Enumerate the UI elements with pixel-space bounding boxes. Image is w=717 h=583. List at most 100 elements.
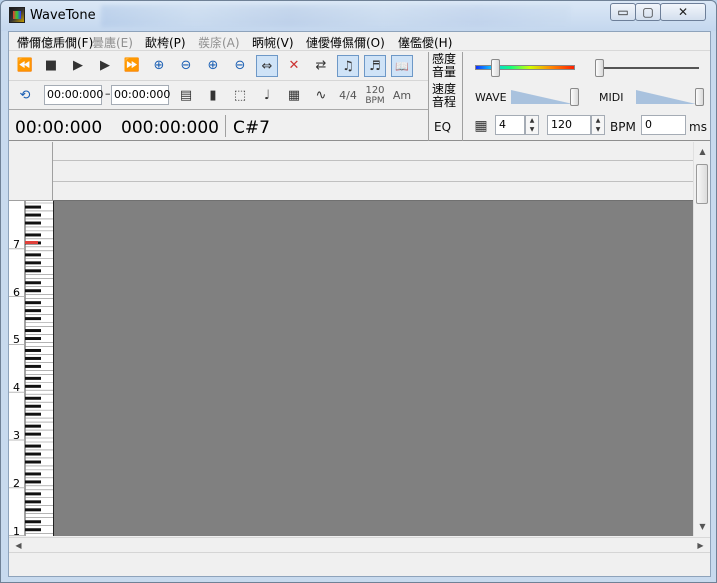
black-key[interactable] (25, 289, 41, 293)
beats-spinner[interactable]: ▲ ▼ (525, 115, 539, 135)
volume-slider-track[interactable] (599, 67, 699, 69)
client-area: 僀儞億乕僩(F) 曇廤(E) 歃桍(P) 彂庩(A) 昞帵(V) 僆僾僔儑儞(O… (8, 31, 711, 577)
zoom-out-vertical-icon[interactable]: ⊖ (229, 55, 251, 77)
timeline-ruler[interactable] (53, 142, 693, 201)
bpm-spinner[interactable]: ▲ ▼ (591, 115, 605, 135)
key-signature[interactable]: Am (391, 85, 413, 107)
ruler-lane-divider (53, 181, 693, 182)
black-key[interactable] (25, 233, 41, 237)
rewind-icon[interactable]: ⏪ (14, 55, 36, 77)
black-key[interactable] (25, 261, 41, 265)
black-key[interactable] (25, 309, 41, 313)
octave-label-5: 5 (13, 333, 20, 346)
black-key[interactable] (25, 528, 41, 532)
vertical-scroll-thumb[interactable] (696, 164, 708, 204)
black-key[interactable] (25, 376, 41, 380)
menu-help[interactable]: 僿儖僾(H) (398, 34, 452, 51)
title-bar[interactable]: WaveTone ▭ ▢ ✕ (1, 1, 716, 31)
loop-end-field[interactable]: 00:00:000 (111, 85, 170, 105)
scroll-down-icon[interactable]: ▼ (695, 519, 710, 534)
black-key[interactable] (25, 460, 41, 464)
zoom-out-horizontal-icon[interactable]: ⊖ (175, 55, 197, 77)
black-key[interactable] (25, 221, 41, 225)
black-key[interactable] (25, 364, 41, 368)
step-play-icon[interactable]: ▶︎ (67, 55, 89, 77)
wave-left-icon[interactable]: ♫ (337, 55, 359, 77)
scroll-left-icon[interactable]: ◀ (11, 538, 26, 553)
sensitivity-slider-thumb[interactable] (491, 59, 500, 77)
loop-start-field[interactable]: 00:00:000 (44, 85, 103, 105)
black-key[interactable] (25, 452, 41, 456)
tempo-icon[interactable]: 120 BPM (364, 85, 386, 107)
zoom-in-horizontal-icon[interactable]: ⊕ (148, 55, 170, 77)
scroll-right-icon[interactable]: ▶ (693, 538, 708, 553)
menu-options[interactable]: 僆僾僔儑儞(O) (306, 34, 385, 51)
black-key[interactable] (25, 253, 41, 257)
black-key[interactable] (25, 396, 41, 400)
select-icon[interactable]: ⬚ (229, 85, 251, 107)
black-key[interactable] (25, 269, 41, 273)
offset-field[interactable]: 0 (641, 115, 686, 135)
black-key[interactable] (25, 205, 41, 209)
black-key[interactable] (25, 404, 41, 408)
spin-up-icon: ▲ (529, 117, 535, 124)
black-key[interactable] (25, 301, 41, 305)
black-key[interactable] (25, 500, 41, 504)
beats-per-bar-field[interactable]: 4 (495, 115, 525, 135)
time-signature[interactable]: 4/4 (337, 85, 359, 107)
black-key[interactable] (25, 213, 41, 217)
piano-keyboard[interactable]: 7 6 5 4 3 2 1 (9, 201, 53, 538)
close-button[interactable]: ✕ (660, 3, 706, 21)
fit-view-icon[interactable]: ⇔ (256, 55, 278, 77)
book-icon[interactable]: 📖 (391, 55, 413, 77)
layout-icon[interactable]: ▤ (175, 85, 197, 107)
slider-panel-separator (462, 52, 463, 111)
scroll-up-icon[interactable]: ▲ (695, 144, 710, 159)
black-key[interactable] (25, 472, 41, 476)
black-key[interactable] (25, 317, 41, 321)
black-key[interactable] (25, 356, 41, 360)
black-key[interactable] (25, 348, 41, 352)
pen-icon[interactable]: ▮ (202, 85, 224, 107)
black-key[interactable] (25, 432, 41, 436)
black-key[interactable] (25, 492, 41, 496)
play-icon[interactable]: ▶ (94, 55, 116, 77)
swap-icon[interactable]: ⇄ (310, 55, 332, 77)
wave-volume-thumb[interactable] (570, 88, 579, 106)
menu-edit[interactable]: 曇廤(E) (92, 34, 133, 51)
black-key[interactable] (25, 412, 41, 416)
note-icon[interactable]: ♩ (256, 85, 278, 107)
black-key[interactable] (25, 424, 41, 428)
wave-right-icon[interactable]: ♬ (364, 55, 386, 77)
fast-forward-icon[interactable]: ⏩ (121, 55, 143, 77)
black-key[interactable] (25, 329, 41, 333)
black-key[interactable] (25, 384, 41, 388)
eq-button[interactable]: EQ (434, 120, 451, 134)
stop-icon[interactable]: ■ (40, 55, 62, 77)
black-key[interactable] (25, 337, 41, 341)
volume-slider-thumb[interactable] (595, 59, 604, 77)
minimize-icon: ▭ (617, 5, 629, 19)
minimize-button[interactable]: ▭ (610, 3, 636, 21)
note-canvas[interactable] (53, 201, 693, 536)
bpm-field[interactable]: 120 (547, 115, 591, 135)
black-key[interactable] (25, 508, 41, 512)
curve-icon[interactable]: ∿ (310, 85, 332, 107)
loop-icon[interactable]: ⟲ (14, 85, 36, 107)
bpm-label: BPM (610, 120, 636, 134)
split-view-icon[interactable]: ✕ (283, 55, 305, 77)
maximize-button[interactable]: ▢ (635, 3, 661, 21)
zoom-in-vertical-icon[interactable]: ⊕ (202, 55, 224, 77)
vertical-scrollbar[interactable]: ▲ ▼ (693, 142, 710, 536)
menu-score[interactable]: 彂庩(A) (198, 34, 240, 51)
menu-file[interactable]: 僀儞億乕僩(F) (17, 34, 93, 51)
black-key[interactable] (25, 480, 41, 484)
menu-view[interactable]: 昞帵(V) (252, 34, 294, 51)
midi-volume-thumb[interactable] (695, 88, 704, 106)
menu-play[interactable]: 歃桍(P) (145, 34, 186, 51)
black-key[interactable] (25, 281, 41, 285)
grid-icon[interactable]: ▦ (283, 85, 305, 107)
black-key[interactable] (25, 520, 41, 524)
wavetone-app-icon (9, 7, 25, 23)
black-key[interactable] (25, 444, 41, 448)
